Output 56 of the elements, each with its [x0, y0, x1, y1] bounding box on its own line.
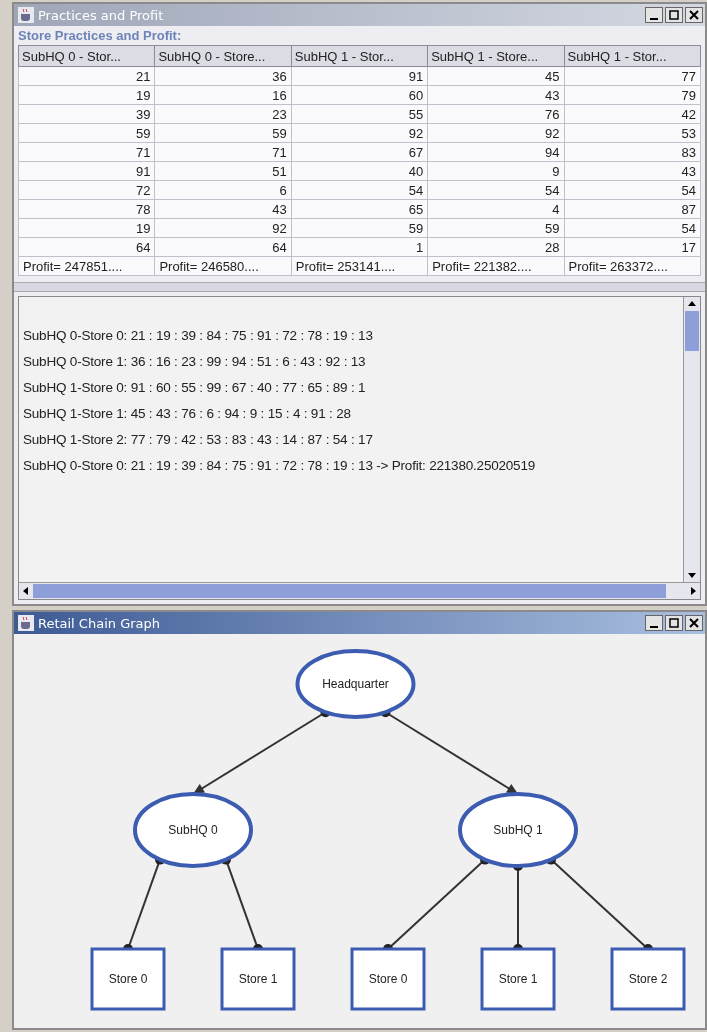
table-cell: 21 [18, 66, 155, 86]
node-ellipse[interactable] [295, 649, 416, 719]
log-line: SubHQ 0-Store 1: 36 : 16 : 23 : 99 : 94 : 51 : 6 : 43 : 92 : 13 [23, 353, 367, 371]
horizontal-scrollbar[interactable] [19, 582, 700, 599]
node-label: Store 2 [628, 972, 668, 986]
node-ellipse[interactable] [133, 792, 253, 868]
column-header[interactable]: SubHQ 0 - Store... [154, 45, 292, 67]
close-button[interactable] [685, 615, 703, 631]
column-header[interactable]: SubHQ 0 - Stor... [18, 45, 155, 67]
window-title: Retail Chain Graph [38, 615, 161, 631]
table-cell: 64 [18, 237, 155, 257]
node-label: Store 0 [368, 972, 408, 986]
store-node[interactable] [90, 947, 166, 1011]
maximize-icon [669, 10, 679, 20]
maximize-icon [669, 618, 679, 628]
vertical-scrollbar[interactable] [683, 297, 700, 582]
store-node[interactable] [220, 947, 296, 1011]
maximize-button[interactable] [665, 615, 683, 631]
node-ellipse[interactable] [458, 792, 578, 868]
section-heading: Store Practices and Profit: [17, 27, 183, 45]
table-cell: 19 [18, 218, 155, 238]
node-label: SubHQ 0 [168, 823, 218, 837]
store-node[interactable] [350, 947, 426, 1011]
table-cell: 71 [18, 142, 155, 162]
table-cell: 78 [18, 199, 155, 219]
table-cell: 72 [18, 180, 155, 200]
column-header[interactable]: SubHQ 1 - Stor... [564, 45, 701, 67]
minimize-icon [650, 626, 658, 628]
table-cell: 39 [18, 104, 155, 124]
close-icon [689, 10, 699, 20]
table-cell: 19 [18, 85, 155, 105]
coffee-cup-icon [18, 615, 34, 631]
column-header[interactable]: SubHQ 1 - Store... [427, 45, 565, 67]
node-label: Headquarter [322, 677, 389, 691]
profit-cell: Profit= 247851.... [18, 256, 155, 276]
scroll-thumb[interactable] [685, 311, 699, 351]
node-label: Store 1 [498, 972, 538, 986]
minimize-icon [650, 18, 658, 20]
log-line: SubHQ 1-Store 1: 45 : 43 : 76 : 6 : 94 : 9 : 15 : 4 : 91 : 28 [23, 405, 352, 423]
node-label: Store 0 [108, 972, 148, 986]
window-title: Practices and Profit [38, 7, 165, 23]
log-line: SubHQ 1-Store 2: 77 : 79 : 42 : 53 : 83 : 43 : 14 : 87 : 54 : 17 [23, 431, 374, 449]
close-icon [689, 618, 699, 628]
coffee-cup-icon [18, 7, 34, 23]
minimize-button[interactable] [645, 615, 663, 631]
column-header[interactable]: SubHQ 1 - Stor... [291, 45, 428, 67]
store-node[interactable] [480, 947, 556, 1011]
table-cell: 59 [18, 123, 155, 143]
log-line: SubHQ 0-Store 0: 21 : 19 : 39 : 84 : 75 : 91 : 72 : 78 : 19 : 13 -> Profit: 221380.25020519 [23, 457, 537, 475]
log-line: SubHQ 0-Store 0: 21 : 19 : 39 : 84 : 75 : 91 : 72 : 78 : 19 : 13 [23, 327, 374, 345]
store-node[interactable] [610, 947, 686, 1011]
node-label: SubHQ 1 [493, 823, 543, 837]
table-cell: 91 [18, 161, 155, 181]
scroll-thumb[interactable] [33, 584, 666, 598]
node-label: Store 1 [238, 972, 278, 986]
log-line: SubHQ 1-Store 0: 91 : 60 : 55 : 99 : 67 : 40 : 77 : 65 : 89 : 1 [23, 379, 367, 397]
